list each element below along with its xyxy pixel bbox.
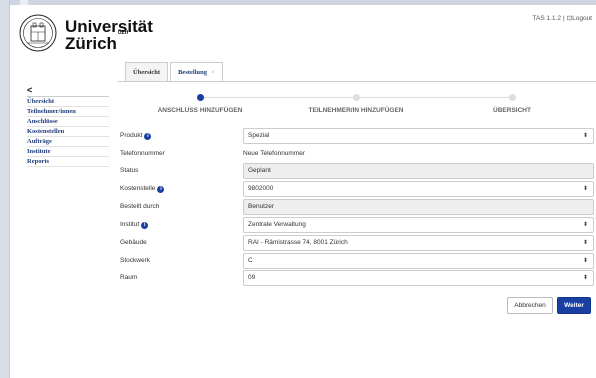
info-icon[interactable]: i xyxy=(157,186,165,193)
stockwerk-value: C xyxy=(248,257,253,264)
sidebar-item-institute[interactable]: Institute xyxy=(27,147,109,157)
step-2-label: TEILNEHMER/IN HINZUFÜGEN xyxy=(308,107,404,114)
stockwerk-label: Stockwerk xyxy=(120,257,150,264)
info-icon[interactable]: i xyxy=(144,133,152,140)
select-arrow-icon: ⬍ xyxy=(582,133,588,139)
close-icon[interactable]: × xyxy=(211,69,215,76)
status-label: Status xyxy=(120,167,139,174)
row-telefonnummer: Telefonnummer Neue Telefonnummer xyxy=(120,146,593,162)
sidebar-item-kostenstellen[interactable]: Kostenstellen xyxy=(27,127,109,137)
brand-name-zurich: Zürich xyxy=(65,34,117,53)
raum-label: Raum xyxy=(120,274,138,281)
tab-uebersicht[interactable]: Übersicht xyxy=(125,62,169,82)
sidebar-item-uebersicht[interactable]: Übersicht xyxy=(27,97,109,107)
row-raum: Raum 09 ⬍ xyxy=(120,270,594,286)
topbar-separator: | xyxy=(562,15,565,22)
select-arrow-icon: ⬍ xyxy=(582,258,588,264)
sidebar-item-auftraege[interactable]: Aufträge xyxy=(27,137,109,147)
kostenstelle-label-wrap: Kostenstelle i xyxy=(120,181,165,197)
select-arrow-icon: ⬍ xyxy=(582,240,588,246)
university-seal-icon xyxy=(19,14,57,52)
brand-name-line2: ZürichUZH xyxy=(65,30,128,54)
logout-link[interactable]: Logout xyxy=(572,15,592,22)
step-1-label: ANSCHLUSS HINZUFÜGEN xyxy=(157,107,243,114)
produkt-select[interactable]: Spezial ⬍ xyxy=(243,128,594,144)
step-2-dot xyxy=(353,94,360,101)
cancel-button[interactable]: Abbrechen xyxy=(507,297,553,314)
row-produkt: Produkt i Spezial ⬍ xyxy=(120,128,594,144)
sidebar-item-teilnehmer[interactable]: Teilnehmer/innen xyxy=(27,107,109,117)
sidebar-item-anschluesse[interactable]: Anschlüsse xyxy=(27,117,109,127)
status-field: Geplant xyxy=(243,163,594,179)
row-stockwerk: Stockwerk C ⬍ xyxy=(120,253,594,269)
tab-bestellung[interactable]: Bestellung × xyxy=(170,62,223,82)
top-window-edge xyxy=(10,0,596,5)
tab-bestellung-label: Bestellung xyxy=(178,69,207,76)
bestellt-durch-field: Benutzer xyxy=(243,199,594,215)
step-3-label: ÜBERSICHT xyxy=(493,107,531,114)
step-1-dot xyxy=(197,94,204,101)
back-arrow-button[interactable]: < xyxy=(27,85,109,95)
select-arrow-icon: ⬍ xyxy=(582,222,588,228)
select-arrow-icon: ⬍ xyxy=(582,275,588,281)
raum-value: 09 xyxy=(248,274,256,281)
tab-bar: Übersicht Bestellung × xyxy=(125,62,225,82)
sidebar-item-reports[interactable]: Reports xyxy=(27,157,109,167)
sidebar-menu: Übersicht Teilnehmer/innen Anschlüsse Ko… xyxy=(27,96,109,167)
stepper-line-2 xyxy=(360,97,510,98)
produkt-label-wrap: Produkt i xyxy=(120,128,152,144)
info-icon[interactable]: i xyxy=(141,222,149,229)
tab-divider xyxy=(118,81,596,82)
row-status: Status Geplant xyxy=(120,163,594,179)
row-institut: Institut i Zentrale Verwaltung ⬍ xyxy=(120,217,594,233)
institut-label-wrap: Institut i xyxy=(120,217,149,233)
left-window-edge xyxy=(0,0,10,378)
kostenstelle-label: Kostenstelle xyxy=(120,185,156,192)
kostenstelle-value: 9802000 xyxy=(248,185,274,192)
bestellt-durch-value: Benutzer xyxy=(248,203,275,210)
row-gebaeude: Gebäude RAI - Rämistrasse 74, 8001 Züric… xyxy=(120,235,594,251)
gebaeude-value: RAI - Rämistrasse 74, 8001 Zürich xyxy=(248,239,348,246)
institut-select[interactable]: Zentrale Verwaltung ⬍ xyxy=(243,217,594,233)
step-3-dot xyxy=(509,94,516,101)
stepper-line-1 xyxy=(204,97,356,98)
bestellt-durch-label: Bestellt durch xyxy=(120,203,160,210)
version-label: TAS 1.1.2 xyxy=(532,15,561,22)
status-value: Geplant xyxy=(248,167,271,174)
telefonnummer-label: Telefonnummer xyxy=(120,150,165,157)
brand-superscript: UZH xyxy=(117,30,129,37)
gebaeude-select[interactable]: RAI - Rämistrasse 74, 8001 Zürich ⬍ xyxy=(243,235,594,251)
institut-label: Institut xyxy=(120,221,140,228)
institut-value: Zentrale Verwaltung xyxy=(248,221,306,228)
stockwerk-select[interactable]: C ⬍ xyxy=(243,253,594,269)
next-button[interactable]: Weiter xyxy=(557,297,591,314)
row-kostenstelle: Kostenstelle i 9802000 ⬍ xyxy=(120,181,594,197)
row-bestellt-durch: Bestellt durch Benutzer xyxy=(120,199,594,215)
progress-stepper: ANSCHLUSS HINZUFÜGEN TEILNEHMER/IN HINZU… xyxy=(118,92,593,122)
telefonnummer-value: Neue Telefonnummer xyxy=(243,150,306,157)
produkt-value: Spezial xyxy=(248,132,270,139)
raum-select[interactable]: 09 ⬍ xyxy=(243,270,594,286)
gebaeude-label: Gebäude xyxy=(120,239,147,246)
produkt-label: Produkt xyxy=(120,132,143,139)
tab-uebersicht-label: Übersicht xyxy=(133,69,161,76)
sidebar: < Übersicht Teilnehmer/innen Anschlüsse … xyxy=(27,85,109,167)
topbar-info: TAS 1.1.2 | ⊡Logout xyxy=(533,14,592,22)
kostenstelle-select[interactable]: 9802000 ⬍ xyxy=(243,181,594,197)
select-arrow-icon: ⬍ xyxy=(582,186,588,192)
